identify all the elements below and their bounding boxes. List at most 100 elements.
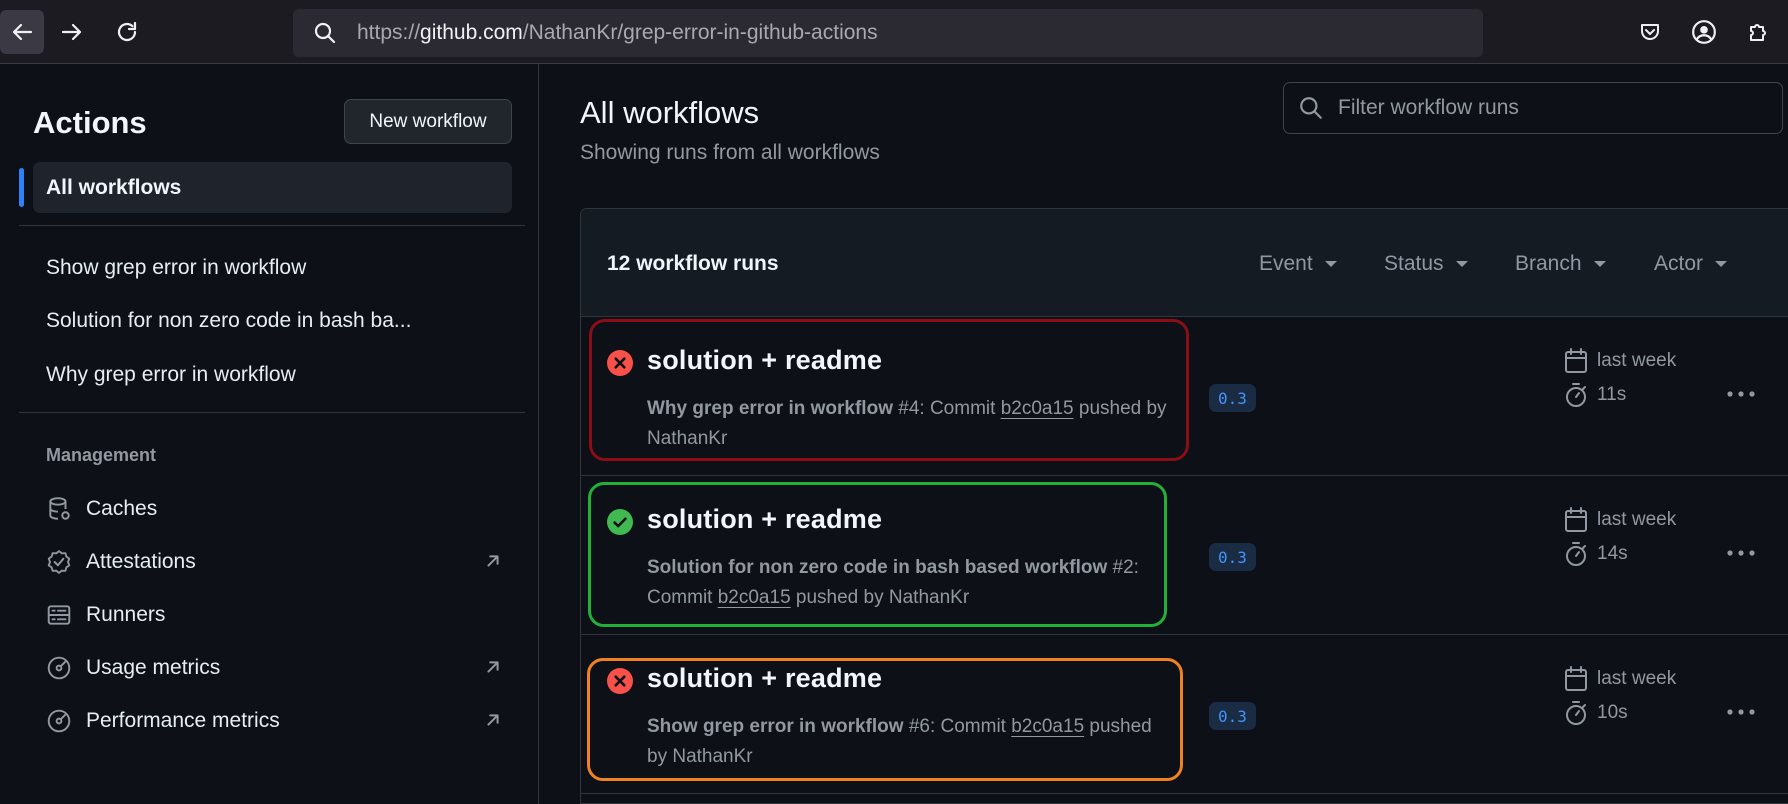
calendar-icon [1565,348,1587,373]
commit-sha-link[interactable]: b2c0a15 [1011,716,1084,737]
database-icon [44,494,74,524]
desc-text: : Commit [919,398,1001,419]
run-meta: last week 11s [1564,344,1676,412]
calendar-icon [1565,507,1587,532]
workflow-runs-list: 12 workflow runs Event Status Branch Act… [580,208,1788,804]
branch-badge[interactable]: 0.3 [1209,384,1256,412]
event-filter-dropdown[interactable]: Event [1259,252,1337,276]
branch-badge[interactable]: 0.3 [1209,543,1256,571]
sidebar-item-performance-metrics[interactable]: Performance metrics [44,703,504,739]
kebab-menu-button[interactable] [1721,538,1761,568]
account-icon [1692,20,1716,44]
sidebar-item-usage-metrics[interactable]: Usage metrics [44,650,504,686]
run-date: last week [1597,350,1677,371]
workflow-name: Why grep error in workflow [647,398,893,419]
new-workflow-button[interactable]: New workflow [344,99,512,144]
forward-button[interactable] [50,10,94,54]
kebab-horizontal-icon [1727,391,1755,397]
run-title-link[interactable]: solution + readme [647,663,882,694]
kebab-menu-button[interactable] [1721,379,1761,409]
caret-down-icon [1593,261,1606,267]
sidebar-item-caches[interactable]: Caches [44,491,504,527]
dropdown-label: Actor [1654,252,1704,275]
search-icon [313,21,337,45]
actor-filter-dropdown[interactable]: Actor [1654,252,1728,276]
external-link-icon [482,656,504,683]
dropdown-label: Branch [1515,252,1582,275]
branch-filter-dropdown[interactable]: Branch [1515,252,1606,276]
account-button[interactable] [1682,10,1726,54]
commit-sha-link[interactable]: b2c0a15 [1001,398,1074,419]
pocket-icon [1641,24,1659,40]
run-meta: last week 10s [1564,662,1676,730]
x-circle-fill-icon [607,350,633,376]
external-link-icon [482,709,504,736]
runs-count: 12 workflow runs [607,252,779,275]
run-description: Show grep error in workflow #6: Commit b… [647,712,1167,772]
page-subtitle: Showing runs from all workflows [580,141,880,164]
verified-icon [44,547,74,577]
sidebar-item-runners[interactable]: Runners [44,597,504,633]
divider [19,225,525,226]
sidebar-item-workflow[interactable]: Show grep error in workflow [46,256,306,280]
url-host: github.com [420,21,523,44]
filter-runs-input[interactable]: Filter workflow runs [1283,82,1783,134]
sidebar-item-label: Caches [86,497,158,520]
run-number: #4 [898,398,920,419]
sidebar-item-label: Performance metrics [86,709,280,732]
workflow-run-row[interactable]: solution + readme Solution for non zero … [581,476,1788,635]
stopwatch-icon [1566,542,1586,566]
reload-button[interactable] [105,10,149,54]
divider [19,412,525,413]
meter-icon [44,706,74,736]
run-date: last week [1597,509,1677,530]
url-path: /NathanKr/grep-error-in-github-actions [522,21,878,44]
workflow-run-row[interactable]: solution + readme Why grep error in work… [581,317,1788,476]
url-text: https://github.com/NathanKr/grep-error-i… [357,21,878,45]
workflow-run-row[interactable]: solution + readme Show grep error in wor… [581,635,1788,794]
sidebar-item-workflow[interactable]: Why grep error in workflow [46,363,296,387]
commit-sha-link[interactable]: b2c0a15 [718,587,791,608]
kebab-menu-button[interactable] [1721,697,1761,727]
sidebar-item-all-workflows[interactable]: All workflows [33,162,512,213]
stopwatch-icon [1566,383,1586,407]
pocket-button[interactable] [1628,10,1672,54]
sidebar-item-workflow[interactable]: Solution for non zero code in bash ba... [46,309,411,333]
desc-text: : Commit [929,716,1012,737]
kebab-horizontal-icon [1727,709,1755,715]
branch-badge[interactable]: 0.3 [1209,702,1256,730]
url-bar[interactable]: https://github.com/NathanKr/grep-error-i… [293,9,1483,57]
meter-icon [44,653,74,683]
desc-text: pushed by NathanKr [790,587,970,608]
dropdown-label: Event [1259,252,1313,275]
stopwatch-icon [1566,701,1586,725]
calendar-icon [1565,666,1587,691]
sidebar-item-attestations[interactable]: Attestations [44,544,504,580]
run-description: Solution for non zero code in bash based… [647,553,1167,613]
run-title-link[interactable]: solution + readme [647,504,882,535]
reload-icon [117,21,137,42]
back-button[interactable] [0,10,44,54]
caret-down-icon [1324,261,1337,267]
extensions-button[interactable] [1736,10,1780,54]
workflow-name: Solution for non zero code in bash based… [647,557,1108,578]
sidebar-title: Actions [33,105,147,140]
page-title: All workflows [580,95,760,130]
sidebar-item-label: Runners [86,603,166,626]
sidebar-item-label: Usage metrics [86,656,221,679]
dropdown-label: Status [1384,252,1444,275]
workflow-name: Show grep error in workflow [647,716,904,737]
arrow-left-icon [12,23,33,41]
kebab-horizontal-icon [1727,550,1755,556]
run-duration: 14s [1597,543,1628,564]
server-icon [44,600,74,630]
filter-placeholder: Filter workflow runs [1338,96,1519,119]
run-title-link[interactable]: solution + readme [647,345,882,376]
url-prefix: https:// [357,21,421,44]
management-heading: Management [46,445,157,465]
run-meta: last week 14s [1564,503,1676,571]
run-description: Why grep error in workflow #4: Commit b2… [647,394,1167,454]
status-filter-dropdown[interactable]: Status [1384,252,1468,276]
puzzle-icon [1750,24,1766,41]
run-date: last week [1597,668,1677,689]
